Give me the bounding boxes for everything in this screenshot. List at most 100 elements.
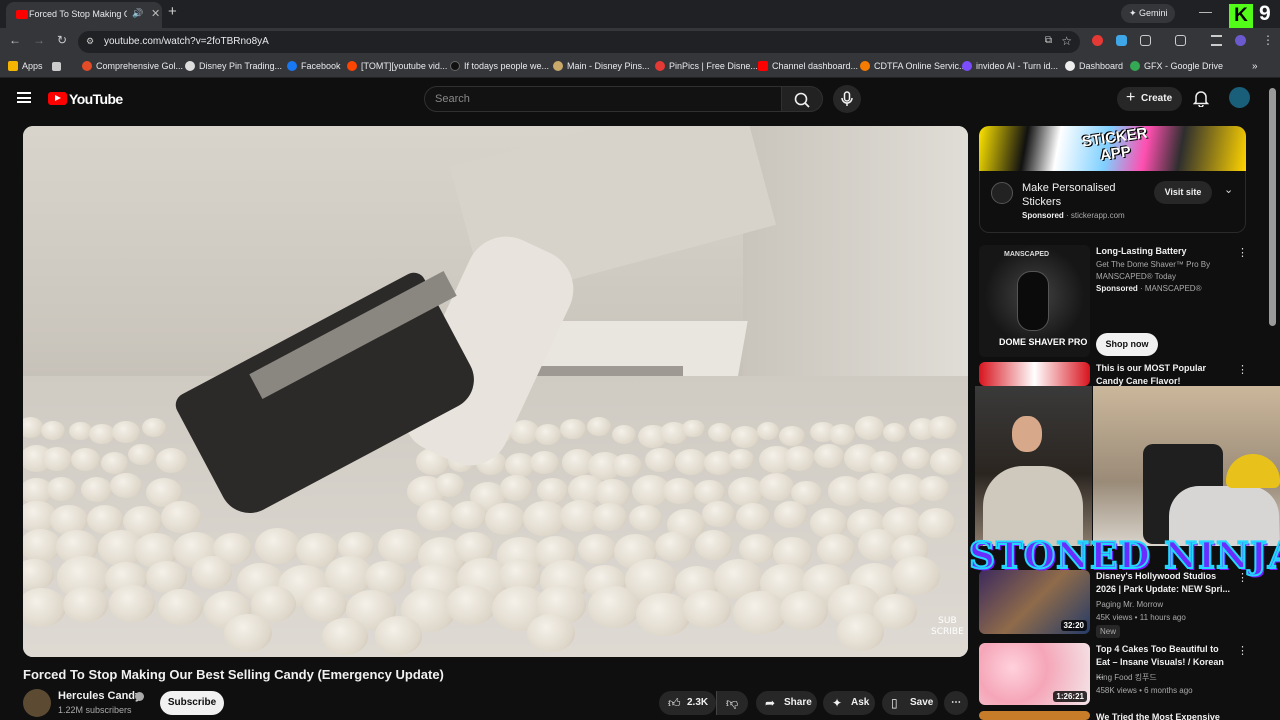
rec-title: This is our MOST Popular Candy Cane Flav… bbox=[1096, 363, 1207, 386]
install-app-icon[interactable]: ⧉ bbox=[1045, 35, 1052, 46]
create-button[interactable]: + Create bbox=[1117, 87, 1182, 111]
tiktok-icon bbox=[450, 61, 460, 71]
site-info-icon[interactable]: ⚙ bbox=[86, 36, 94, 47]
candy-piece bbox=[779, 591, 829, 630]
speaker-icon[interactable]: 🔊 bbox=[132, 8, 143, 19]
more-actions-button[interactable]: ⋯ bbox=[944, 691, 968, 715]
rec-channel[interactable]: King Food 킹푸드 bbox=[1096, 672, 1157, 684]
share-button[interactable]: ➦ Share bbox=[756, 691, 817, 715]
bookmark-dashboard[interactable]: Dashboard bbox=[1065, 61, 1123, 71]
sidebar-ad[interactable]: MANSCAPED DOME SHAVER PRO Long-Lasting B… bbox=[979, 245, 1248, 357]
recommended-video[interactable]: 1:26:21 Top 4 Cakes Too Beautiful to Eat… bbox=[979, 643, 1248, 705]
browser-menu-icon[interactable]: ⋮ bbox=[1262, 33, 1274, 47]
chevron-down-icon[interactable]: ⌄ bbox=[1224, 183, 1233, 196]
browser-nav-bar: ← → ↻ ⚙ youtube.com/watch?v=2foTBRno8yA … bbox=[0, 28, 1280, 56]
reddit-icon bbox=[347, 61, 357, 71]
forward-arrow-icon[interactable]: → bbox=[33, 33, 45, 47]
search-input[interactable]: Search bbox=[424, 86, 782, 112]
save-button[interactable]: ▯ Save bbox=[882, 691, 938, 715]
bookmark-channel-dashboard[interactable]: Channel dashboard... bbox=[758, 61, 858, 71]
url-text[interactable]: youtube.com/watch?v=2foTBRno8yA bbox=[104, 36, 269, 47]
bookmark-comprehensive[interactable]: Comprehensive Gol... bbox=[82, 61, 183, 71]
address-bar[interactable]: ⚙ youtube.com/watch?v=2foTBRno8yA ⧉ ☆ bbox=[78, 31, 1080, 53]
save-label: Save bbox=[910, 697, 934, 708]
bookmark-star-icon[interactable]: ☆ bbox=[1061, 34, 1072, 48]
new-tab-button[interactable]: + bbox=[168, 3, 177, 20]
reload-icon[interactable]: ↻ bbox=[57, 33, 67, 47]
candy-piece bbox=[731, 425, 760, 448]
bookmark-disney-pin-trading[interactable]: Disney Pin Trading... bbox=[185, 61, 282, 71]
favicon-icon bbox=[655, 61, 665, 71]
like-button[interactable]: 👍︎ 2.3K bbox=[659, 691, 716, 715]
close-tab-icon[interactable]: ✕ bbox=[151, 7, 160, 20]
minimize-window-button[interactable]: — bbox=[1199, 4, 1212, 19]
bookmark-gfx-drive[interactable]: GFX - Google Drive bbox=[1130, 61, 1223, 71]
dislike-button[interactable]: 👎︎ bbox=[716, 691, 748, 715]
more-bookmarks-icon[interactable]: » bbox=[1252, 61, 1258, 72]
favicon-icon bbox=[82, 61, 92, 71]
youtube-logo-text[interactable]: YouTube bbox=[69, 91, 123, 107]
favicon-icon bbox=[962, 61, 972, 71]
kick-logo: K bbox=[1229, 4, 1253, 28]
rec-channel[interactable]: Paging Mr. Morrow bbox=[1096, 599, 1163, 611]
video-thumbnail bbox=[979, 362, 1090, 386]
notifications-bell-icon[interactable] bbox=[1193, 89, 1209, 107]
voice-search-button[interactable] bbox=[833, 85, 861, 113]
account-avatar[interactable] bbox=[1229, 87, 1250, 108]
favicon-icon bbox=[185, 61, 195, 71]
recommended-video[interactable]: We Tried the Most Expensive bbox=[979, 711, 1246, 720]
subscribe-button[interactable]: Subscribe bbox=[160, 691, 224, 715]
video-title: Forced To Stop Making Our Best Selling C… bbox=[23, 667, 444, 682]
extension-icon-red[interactable] bbox=[1092, 35, 1103, 46]
channel-name[interactable]: Hercules Candy bbox=[58, 690, 141, 702]
subscribe-watermark[interactable]: SUB SCRIBE bbox=[931, 616, 964, 638]
candy-piece bbox=[445, 585, 496, 626]
tab-title: Forced To Stop Making Our bbox=[29, 9, 127, 19]
verified-badge-icon bbox=[135, 692, 144, 701]
back-arrow-icon[interactable]: ← bbox=[9, 33, 21, 47]
video-player[interactable]: SUB SCRIBE bbox=[23, 126, 968, 657]
bookmark-apps[interactable]: Apps bbox=[8, 61, 43, 71]
bookmark-facebook[interactable]: Facebook bbox=[287, 61, 341, 71]
gemini-button[interactable]: ✦ Gemini bbox=[1121, 4, 1175, 23]
bookmark-grid[interactable] bbox=[52, 61, 65, 71]
visit-site-button[interactable]: Visit site bbox=[1154, 181, 1212, 204]
like-count: 2.3K bbox=[687, 697, 709, 708]
more-vert-icon[interactable]: ⋮ bbox=[1237, 644, 1248, 657]
thumbs-down-icon: 👎︎ bbox=[726, 696, 739, 710]
bookmark-invideo[interactable]: invideo AI - Turn id... bbox=[962, 61, 1058, 71]
more-vert-icon[interactable]: ⋮ bbox=[1237, 246, 1248, 259]
tab-search-icon[interactable] bbox=[1175, 35, 1186, 46]
profile-icon[interactable] bbox=[1235, 35, 1246, 46]
more-vert-icon[interactable]: ⋮ bbox=[1237, 363, 1248, 376]
share-label: Share bbox=[784, 697, 812, 708]
bookmarks-bar: Apps Comprehensive Gol... Disney Pin Tra… bbox=[0, 56, 1280, 78]
channel-avatar[interactable] bbox=[23, 689, 51, 717]
sparkle-icon: ✦ bbox=[832, 696, 843, 710]
page-scrollbar[interactable] bbox=[1269, 88, 1276, 326]
candy-piece bbox=[374, 616, 423, 655]
bookmark-tiktok[interactable]: If todays people we... bbox=[450, 61, 549, 71]
bookmark-main-disney-pins[interactable]: Main - Disney Pins... bbox=[553, 61, 650, 71]
menu-hamburger-icon[interactable] bbox=[17, 92, 31, 103]
youtube-logo-icon[interactable] bbox=[48, 92, 67, 105]
candy-piece bbox=[451, 500, 487, 530]
candy-piece bbox=[537, 478, 568, 503]
rec-stats: 45K views • 11 hours ago bbox=[1096, 613, 1186, 622]
browser-tab-active[interactable]: Forced To Stop Making Our 🔊 ✕ bbox=[6, 2, 162, 28]
recommended-video[interactable]: This is our MOST Popular Candy Cane Flav… bbox=[979, 362, 1248, 386]
ad-banner-image[interactable]: STICKER APP bbox=[979, 126, 1246, 171]
ask-button[interactable]: ✦ Ask bbox=[823, 691, 875, 715]
bookmark-pinpics[interactable]: PinPics | Free Disne... bbox=[655, 61, 758, 71]
bookmark-tomt[interactable]: [TOMT][youtube vid... bbox=[347, 61, 447, 71]
bookmark-cdtfa[interactable]: CDTFA Online Servic... bbox=[860, 61, 967, 71]
extension-icon-blue[interactable] bbox=[1116, 35, 1127, 46]
extensions-puzzle-icon[interactable] bbox=[1140, 35, 1151, 46]
save-playlist-icon: ▯ bbox=[891, 696, 898, 710]
shop-now-button[interactable]: Shop now bbox=[1096, 333, 1158, 356]
search-button[interactable] bbox=[781, 86, 823, 112]
search-icon bbox=[794, 92, 810, 108]
ad-card[interactable]: Make Personalised Stickers Sponsored · s… bbox=[979, 171, 1246, 233]
more-horizontal-icon: ⋯ bbox=[951, 697, 961, 708]
reading-list-icon[interactable] bbox=[1211, 35, 1222, 46]
